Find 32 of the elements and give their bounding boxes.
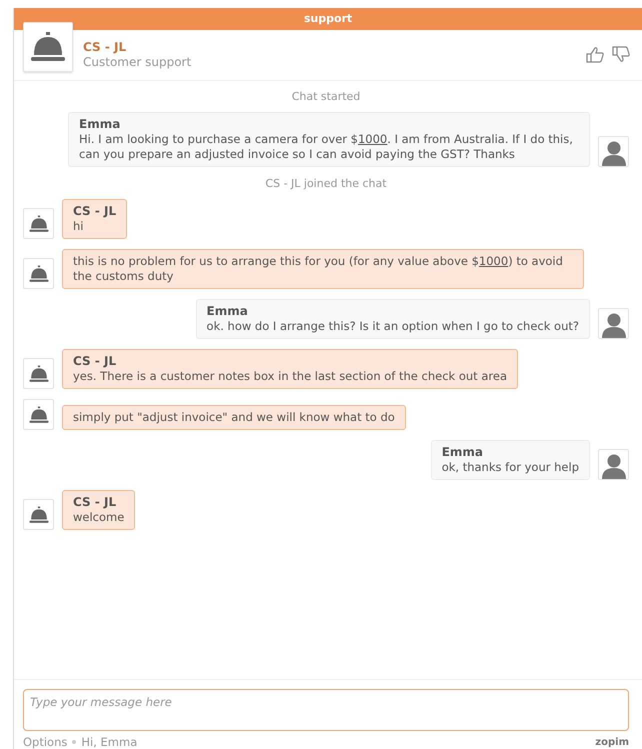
message-input[interactable]: Type your message here <box>23 689 629 731</box>
agent-name: CS - JL <box>83 40 128 54</box>
sender-name: Emma <box>442 445 484 460</box>
bell-icon <box>28 406 48 424</box>
sender-name: Emma <box>79 117 122 132</box>
brand-logo[interactable]: zopim <box>595 736 629 748</box>
sender-name: CS - JL <box>73 354 118 369</box>
sender-name: CS - JL <box>73 495 118 510</box>
message-text: Hi. I am looking to purchase a camera for over $1000. I am from Australia. If I do this, can you prepare an adjusted invoice so I can avoid paying the GST? Thanks <box>79 132 574 162</box>
message-text: yes. There is a customer notes box in the last section of the check out area <box>73 369 507 384</box>
price-link[interactable]: 1000 <box>358 132 388 146</box>
message-text: simply put "adjust invoice" and we will know what to do <box>73 410 395 425</box>
thumbs-up-icon[interactable] <box>586 46 604 63</box>
chat-event: CS - JL joined the chat <box>264 177 388 190</box>
bell-icon <box>31 31 65 63</box>
bell-icon <box>28 506 48 524</box>
bell-icon <box>28 214 48 232</box>
greeting-text: Hi, Emma <box>81 735 138 749</box>
sender-name: Emma <box>206 304 249 319</box>
bell-icon <box>28 264 48 282</box>
bell-icon <box>28 364 48 382</box>
window-title: support <box>304 12 352 25</box>
price-link[interactable]: 1000 <box>478 254 508 268</box>
message-text: ok. how do I arrange this? Is it an option when I go to check out? <box>206 319 579 334</box>
agent-subtitle: Customer support <box>83 55 192 69</box>
chat-event: Chat started <box>290 90 362 103</box>
message-text: ok, thanks for your help <box>442 460 579 475</box>
message-text: hi <box>73 219 84 234</box>
thumbs-down-icon[interactable] <box>612 46 630 63</box>
message-text: welcome <box>73 510 124 525</box>
message-text: this is no problem for us to arrange this for you (for any value above $1000) to avoid the customs duty <box>73 254 564 284</box>
sender-name: CS - JL <box>73 204 116 219</box>
